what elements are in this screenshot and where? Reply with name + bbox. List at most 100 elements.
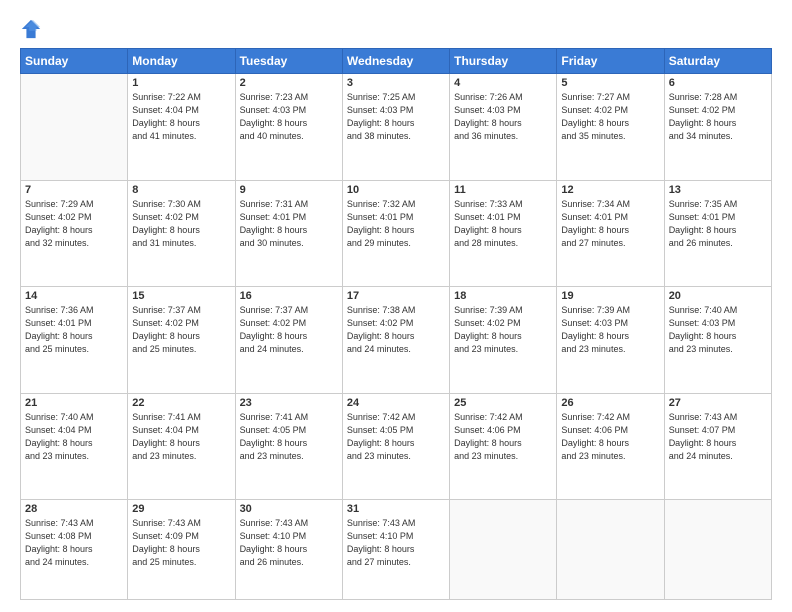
calendar-cell: 22 Sunrise: 7:41 AMSunset: 4:04 PMDayligh… xyxy=(128,393,235,500)
day-number: 5 xyxy=(561,77,659,89)
day-info: Sunrise: 7:34 AMSunset: 4:01 PMDaylight:… xyxy=(561,198,659,250)
day-number: 24 xyxy=(347,397,445,409)
logo-icon xyxy=(20,18,42,40)
day-number: 9 xyxy=(240,184,338,196)
day-info: Sunrise: 7:37 AMSunset: 4:02 PMDaylight:… xyxy=(240,304,338,356)
calendar-cell: 15 Sunrise: 7:37 AMSunset: 4:02 PMDayligh… xyxy=(128,287,235,394)
day-number: 26 xyxy=(561,397,659,409)
day-number: 23 xyxy=(240,397,338,409)
calendar-cell: 14 Sunrise: 7:36 AMSunset: 4:01 PMDayligh… xyxy=(21,287,128,394)
calendar-cell xyxy=(21,74,128,181)
calendar-cell: 28Sunrise: 7:43 AMSunset: 4:08 PMDayligh… xyxy=(21,500,128,600)
calendar-week-row: 1 Sunrise: 7:22 AMSunset: 4:04 PMDaylight… xyxy=(21,74,772,181)
calendar-cell: 21 Sunrise: 7:40 AMSunset: 4:04 PMDayligh… xyxy=(21,393,128,500)
day-info: Sunrise: 7:41 AMSunset: 4:04 PMDaylight:… xyxy=(132,411,230,463)
day-number: 2 xyxy=(240,77,338,89)
calendar-cell: 9 Sunrise: 7:31 AMSunset: 4:01 PMDaylight… xyxy=(235,180,342,287)
day-number: 6 xyxy=(669,77,767,89)
day-number: 31 xyxy=(347,503,445,515)
day-number: 19 xyxy=(561,290,659,302)
calendar-week-row: 14 Sunrise: 7:36 AMSunset: 4:01 PMDayligh… xyxy=(21,287,772,394)
day-info: Sunrise: 7:42 AMSunset: 4:06 PMDaylight:… xyxy=(561,411,659,463)
day-info: Sunrise: 7:27 AMSunset: 4:02 PMDaylight:… xyxy=(561,91,659,143)
day-info: Sunrise: 7:36 AMSunset: 4:01 PMDaylight:… xyxy=(25,304,123,356)
day-number: 11 xyxy=(454,184,552,196)
day-of-week-header: Sunday xyxy=(21,49,128,74)
day-info: Sunrise: 7:41 AMSunset: 4:05 PMDaylight:… xyxy=(240,411,338,463)
day-of-week-header: Saturday xyxy=(664,49,771,74)
day-info: Sunrise: 7:43 AMSunset: 4:10 PMDaylight:… xyxy=(347,517,445,569)
day-info: Sunrise: 7:43 AMSunset: 4:10 PMDaylight:… xyxy=(240,517,338,569)
day-number: 25 xyxy=(454,397,552,409)
day-number: 10 xyxy=(347,184,445,196)
day-number: 15 xyxy=(132,290,230,302)
day-number: 14 xyxy=(25,290,123,302)
day-info: Sunrise: 7:30 AMSunset: 4:02 PMDaylight:… xyxy=(132,198,230,250)
calendar-cell: 30 Sunrise: 7:43 AMSunset: 4:10 PMDayligh… xyxy=(235,500,342,600)
day-number: 8 xyxy=(132,184,230,196)
calendar-cell: 31 Sunrise: 7:43 AMSunset: 4:10 PMDayligh… xyxy=(342,500,449,600)
calendar-cell: 12 Sunrise: 7:34 AMSunset: 4:01 PMDayligh… xyxy=(557,180,664,287)
calendar-cell: 19Sunrise: 7:39 AMSunset: 4:03 PMDayligh… xyxy=(557,287,664,394)
calendar-cell: 1 Sunrise: 7:22 AMSunset: 4:04 PMDaylight… xyxy=(128,74,235,181)
day-of-week-header: Thursday xyxy=(450,49,557,74)
day-info: Sunrise: 7:32 AMSunset: 4:01 PMDaylight:… xyxy=(347,198,445,250)
day-info: Sunrise: 7:23 AMSunset: 4:03 PMDaylight:… xyxy=(240,91,338,143)
calendar-cell: 5 Sunrise: 7:27 AMSunset: 4:02 PMDaylight… xyxy=(557,74,664,181)
day-info: Sunrise: 7:37 AMSunset: 4:02 PMDaylight:… xyxy=(132,304,230,356)
day-number: 12 xyxy=(561,184,659,196)
day-number: 1 xyxy=(132,77,230,89)
day-info: Sunrise: 7:38 AMSunset: 4:02 PMDaylight:… xyxy=(347,304,445,356)
calendar-cell: 2 Sunrise: 7:23 AMSunset: 4:03 PMDaylight… xyxy=(235,74,342,181)
day-info: Sunrise: 7:25 AMSunset: 4:03 PMDaylight:… xyxy=(347,91,445,143)
day-number: 27 xyxy=(669,397,767,409)
day-number: 30 xyxy=(240,503,338,515)
calendar-cell xyxy=(664,500,771,600)
calendar-cell: 16 Sunrise: 7:37 AMSunset: 4:02 PMDayligh… xyxy=(235,287,342,394)
day-info: Sunrise: 7:35 AMSunset: 4:01 PMDaylight:… xyxy=(669,198,767,250)
calendar-table: SundayMondayTuesdayWednesdayThursdayFrid… xyxy=(20,48,772,600)
calendar-header-row: SundayMondayTuesdayWednesdayThursdayFrid… xyxy=(21,49,772,74)
day-info: Sunrise: 7:31 AMSunset: 4:01 PMDaylight:… xyxy=(240,198,338,250)
calendar-week-row: 7 Sunrise: 7:29 AMSunset: 4:02 PMDaylight… xyxy=(21,180,772,287)
day-info: Sunrise: 7:40 AMSunset: 4:03 PMDaylight:… xyxy=(669,304,767,356)
calendar-week-row: 21 Sunrise: 7:40 AMSunset: 4:04 PMDayligh… xyxy=(21,393,772,500)
calendar-cell: 6 Sunrise: 7:28 AMSunset: 4:02 PMDaylight… xyxy=(664,74,771,181)
day-number: 21 xyxy=(25,397,123,409)
day-number: 28 xyxy=(25,503,123,515)
day-info: Sunrise: 7:43 AMSunset: 4:07 PMDaylight:… xyxy=(669,411,767,463)
calendar-cell: 26 Sunrise: 7:42 AMSunset: 4:06 PMDayligh… xyxy=(557,393,664,500)
day-of-week-header: Tuesday xyxy=(235,49,342,74)
day-number: 4 xyxy=(454,77,552,89)
day-number: 3 xyxy=(347,77,445,89)
calendar-cell: 29 Sunrise: 7:43 AMSunset: 4:09 PMDayligh… xyxy=(128,500,235,600)
day-info: Sunrise: 7:22 AMSunset: 4:04 PMDaylight:… xyxy=(132,91,230,143)
day-info: Sunrise: 7:42 AMSunset: 4:05 PMDaylight:… xyxy=(347,411,445,463)
day-of-week-header: Monday xyxy=(128,49,235,74)
page: SundayMondayTuesdayWednesdayThursdayFrid… xyxy=(0,0,792,612)
calendar-cell: 13 Sunrise: 7:35 AMSunset: 4:01 PMDayligh… xyxy=(664,180,771,287)
day-info: Sunrise: 7:28 AMSunset: 4:02 PMDaylight:… xyxy=(669,91,767,143)
calendar-week-row: 28Sunrise: 7:43 AMSunset: 4:08 PMDayligh… xyxy=(21,500,772,600)
day-number: 7 xyxy=(25,184,123,196)
calendar-cell: 11 Sunrise: 7:33 AMSunset: 4:01 PMDayligh… xyxy=(450,180,557,287)
day-info: Sunrise: 7:33 AMSunset: 4:01 PMDaylight:… xyxy=(454,198,552,250)
calendar-cell: 7 Sunrise: 7:29 AMSunset: 4:02 PMDaylight… xyxy=(21,180,128,287)
day-info: Sunrise: 7:29 AMSunset: 4:02 PMDaylight:… xyxy=(25,198,123,250)
day-number: 22 xyxy=(132,397,230,409)
day-number: 13 xyxy=(669,184,767,196)
logo xyxy=(20,18,46,40)
day-number: 29 xyxy=(132,503,230,515)
day-info: Sunrise: 7:43 AMSunset: 4:09 PMDaylight:… xyxy=(132,517,230,569)
day-number: 17 xyxy=(347,290,445,302)
day-of-week-header: Friday xyxy=(557,49,664,74)
calendar-cell: 4Sunrise: 7:26 AMSunset: 4:03 PMDaylight… xyxy=(450,74,557,181)
calendar-cell xyxy=(450,500,557,600)
day-info: Sunrise: 7:40 AMSunset: 4:04 PMDaylight:… xyxy=(25,411,123,463)
calendar-cell: 23 Sunrise: 7:41 AMSunset: 4:05 PMDayligh… xyxy=(235,393,342,500)
day-of-week-header: Wednesday xyxy=(342,49,449,74)
calendar-cell: 20Sunrise: 7:40 AMSunset: 4:03 PMDayligh… xyxy=(664,287,771,394)
calendar-cell: 10 Sunrise: 7:32 AMSunset: 4:01 PMDayligh… xyxy=(342,180,449,287)
day-number: 16 xyxy=(240,290,338,302)
calendar-cell: 3 Sunrise: 7:25 AMSunset: 4:03 PMDaylight… xyxy=(342,74,449,181)
